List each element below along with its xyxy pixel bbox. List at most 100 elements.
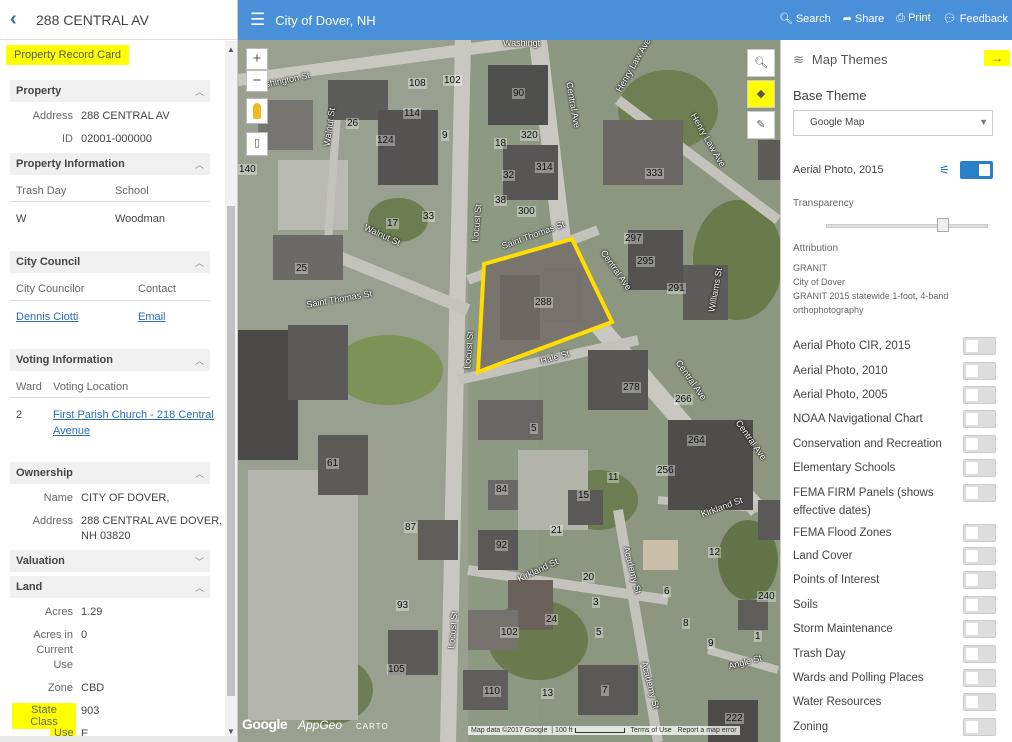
toggle-knob bbox=[966, 696, 978, 708]
theme-name: Conservation and Recreation bbox=[793, 438, 942, 450]
theme-toggle[interactable] bbox=[963, 484, 996, 502]
section-title: Land bbox=[16, 581, 43, 593]
theme-row: Zoning bbox=[793, 718, 998, 736]
scroll-down-icon[interactable]: ▼ bbox=[227, 727, 235, 736]
transparency-slider-handle[interactable] bbox=[937, 218, 949, 232]
attribution-line: GRANIT bbox=[793, 263, 828, 273]
base-theme-select[interactable]: Google Map ▼ bbox=[793, 110, 993, 136]
parcel-number-label: 21 bbox=[550, 525, 564, 536]
section-city-council-header[interactable]: City Council ︿ bbox=[10, 251, 210, 273]
theme-toggle[interactable] bbox=[963, 693, 996, 711]
section-ownership-header[interactable]: Ownership ︿ bbox=[10, 462, 210, 484]
toggle-knob bbox=[966, 721, 978, 733]
owner-address-label: Address bbox=[32, 515, 73, 527]
theme-toggle[interactable] bbox=[963, 459, 996, 477]
parcel-number-label: 17 bbox=[386, 218, 400, 229]
acres-current-use-label-3: Use bbox=[53, 659, 73, 671]
theme-toggle[interactable] bbox=[963, 620, 996, 638]
ward-value: 2 bbox=[16, 409, 23, 421]
close-panel-arrow-icon[interactable]: → bbox=[984, 50, 1010, 66]
address-value: 288 CENTRAL AV bbox=[81, 110, 170, 122]
voting-location-link[interactable]: First Parish Church - 218 Central bbox=[53, 409, 214, 421]
zoom-in-button[interactable]: + bbox=[246, 48, 268, 70]
parcel-number-label: 102 bbox=[443, 75, 462, 86]
map-icon[interactable]: ▯ bbox=[246, 132, 268, 156]
map-data-text: Map data ©2017 Google bbox=[471, 727, 548, 734]
section-voting-information-header[interactable]: Voting Information ︿ bbox=[10, 349, 210, 371]
map-search-button[interactable]: 🔍︎ bbox=[747, 49, 775, 77]
theme-row: Aerial Photo, 2010 bbox=[793, 362, 998, 380]
toggle-knob bbox=[966, 550, 978, 562]
theme-toggle[interactable] bbox=[963, 547, 996, 565]
parcel-number-label: 278 bbox=[622, 382, 641, 393]
terms-link[interactable]: Terms of Use bbox=[630, 727, 671, 734]
transparency-slider-track[interactable] bbox=[826, 224, 988, 228]
parcel-number-label: 7 bbox=[601, 685, 609, 696]
theme-name: FEMA FIRM Panels (shows effective dates) bbox=[793, 487, 934, 517]
section-title: Property bbox=[16, 85, 62, 97]
email-link[interactable]: Email bbox=[138, 311, 166, 323]
chevron-up-icon: ︿ bbox=[194, 159, 204, 170]
theme-toggle[interactable] bbox=[963, 386, 996, 404]
theme-toggle[interactable] bbox=[963, 337, 996, 355]
section-valuation-header[interactable]: Valuation ﹀ bbox=[10, 550, 210, 572]
layers-icon: ≋ bbox=[793, 52, 804, 67]
theme-toggle[interactable] bbox=[963, 571, 996, 589]
print-label: Print bbox=[908, 12, 931, 24]
owner-address-line2: NH 03820 bbox=[81, 530, 131, 542]
toggle-knob bbox=[966, 389, 978, 401]
active-layer-toggle[interactable] bbox=[960, 161, 993, 179]
report-error-link[interactable]: Report a map error bbox=[677, 727, 736, 734]
chevron-left-icon[interactable]: ‹ bbox=[10, 8, 28, 31]
theme-toggle[interactable] bbox=[963, 596, 996, 614]
voting-location-link-line2[interactable]: Avenue bbox=[53, 425, 90, 437]
theme-toggle[interactable] bbox=[963, 524, 996, 542]
feedback-button[interactable]: 💬︎ Feedback bbox=[943, 12, 1008, 25]
sliders-icon[interactable]: ⚟ bbox=[939, 163, 950, 177]
property-record-card-link[interactable]: Property Record Card bbox=[6, 45, 129, 65]
theme-name: Water Resources bbox=[793, 696, 882, 708]
parcel-number-label: 6 bbox=[663, 586, 671, 597]
theme-toggle[interactable] bbox=[963, 669, 996, 687]
chevron-down-icon: ﹀ bbox=[194, 556, 204, 567]
section-property-information-header[interactable]: Property Information ︿ bbox=[10, 153, 210, 175]
search-label: Search bbox=[795, 13, 831, 25]
map-draw-button[interactable]: ✎ bbox=[747, 111, 775, 139]
parcel-number-label: 295 bbox=[636, 256, 655, 267]
scrollbar-thumb[interactable] bbox=[227, 206, 235, 696]
parcel-number-label: 26 bbox=[346, 118, 360, 129]
parcel-number-label: 297 bbox=[624, 233, 643, 244]
toggle-knob bbox=[966, 648, 978, 660]
section-land-header[interactable]: Land ︿ bbox=[10, 576, 210, 598]
theme-toggle[interactable] bbox=[963, 645, 996, 663]
street-view-pegman-icon[interactable] bbox=[246, 98, 268, 124]
map-themes-button[interactable]: ◆ bbox=[747, 80, 775, 108]
section-title: City Council bbox=[16, 256, 81, 268]
theme-row: Water Resources bbox=[793, 693, 998, 711]
property-panel: ‹ 288 CENTRAL AV Property Record Card Pr… bbox=[0, 0, 238, 742]
theme-name: Trash Day bbox=[793, 648, 846, 660]
parcel-number-label: 32 bbox=[502, 170, 516, 181]
theme-row: Trash Day bbox=[793, 645, 998, 663]
zone-value: CBD bbox=[81, 682, 105, 694]
share-button[interactable]: ➦ Share bbox=[843, 12, 885, 25]
print-button[interactable]: ⎙ Print bbox=[896, 12, 930, 25]
theme-toggle[interactable] bbox=[963, 435, 996, 453]
toggle-knob bbox=[966, 462, 978, 474]
map-canvas[interactable]: Washingt Washington St Walnut St Walnut … bbox=[238, 40, 780, 742]
share-label: Share bbox=[854, 13, 885, 25]
hamburger-icon[interactable]: ☰ bbox=[250, 10, 265, 30]
theme-name: Elementary Schools bbox=[793, 462, 896, 474]
panel-scrollbar[interactable]: ▲ ▼ bbox=[225, 41, 237, 742]
theme-toggle[interactable] bbox=[963, 362, 996, 380]
section-property-header[interactable]: Property ︿ bbox=[10, 80, 210, 102]
theme-toggle[interactable] bbox=[963, 718, 996, 736]
search-button[interactable]: 🔍︎ Search bbox=[779, 12, 831, 25]
zoom-out-button[interactable]: − bbox=[246, 70, 268, 92]
theme-toggle[interactable] bbox=[963, 410, 996, 428]
scale-text: 100 ft bbox=[555, 727, 573, 734]
theme-row: FEMA Flood Zones bbox=[793, 524, 998, 542]
scroll-up-icon[interactable]: ▲ bbox=[227, 45, 235, 54]
divider bbox=[10, 300, 210, 301]
councilor-link[interactable]: Dennis Ciotti bbox=[16, 311, 78, 323]
